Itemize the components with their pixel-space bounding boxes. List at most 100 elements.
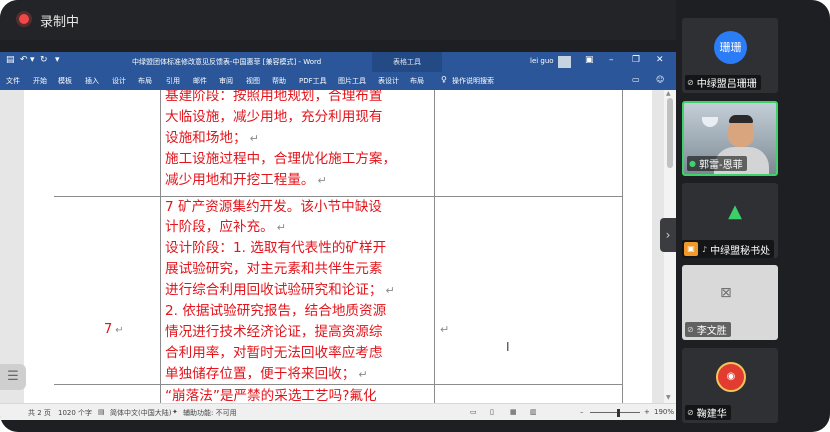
zoom-slider[interactable] [590,412,640,413]
scroll-up-icon[interactable]: ▲ [666,90,671,97]
tab-picture-tools[interactable]: 图片工具 [338,76,366,86]
tab-mailings[interactable]: 邮件 [193,76,207,86]
row-number-cell[interactable]: 7 ↵ [104,322,124,337]
mic-muted-icon: ⊘ [687,325,694,334]
web-layout-icon[interactable]: ▥ [530,408,537,416]
participant-tile[interactable]: ◉ ⊘ 鞠建华 [682,348,778,423]
user-avatar[interactable] [558,56,571,68]
tab-view[interactable]: 视图 [246,76,260,86]
tab-table-layout[interactable]: 布局 [410,76,424,86]
tab-templates[interactable]: 模板 [58,76,72,86]
zoom-out-icon[interactable]: – [580,408,584,416]
video-background [702,117,718,127]
doc-line[interactable]: 7 矿产资源集约开发。该小节中缺设 [165,199,382,216]
tell-me-search[interactable]: 操作说明搜索 [452,76,494,86]
user-name[interactable]: lei guo [530,57,554,65]
participant-nameplate: ⊘ 李文胜 [685,322,731,337]
tab-layout[interactable]: 布局 [138,76,152,86]
zoom-in-icon[interactable]: + [644,408,650,416]
close-icon[interactable]: ✕ [656,55,664,65]
word-window: ▤ ↶ ▾ ↻ ▾ 中绿盟团体标准修改意见反馈表-中国惠菲 [兼容模式] - W… [0,52,676,420]
camera-off-icon: ⊠ [720,285,732,301]
recording-dot-icon [19,14,29,24]
mic-muted-icon: ⊘ [687,78,694,87]
doc-line[interactable]: 计阶段，应补充。 ↵ [165,219,286,236]
scroll-down-icon[interactable]: ▼ [666,394,671,401]
doc-line[interactable]: “崩落法”是严禁的采选工艺吗?氟化 [165,388,377,403]
doc-line[interactable]: 设施和场地； ↵ [165,130,259,147]
accessibility-status[interactable]: 辅助功能: 不可用 [183,408,237,418]
restore-icon[interactable]: ❐ [632,55,640,65]
tab-design[interactable]: 设计 [112,76,126,86]
language-status[interactable]: 简体中文(中国大陆) [110,408,171,418]
participant-nameplate: ⊘ 鞠建华 [685,405,731,420]
zoom-level[interactable]: 190% [654,408,674,416]
doc-line[interactable]: 合利用率，对暂时无法回收率应考虑 [165,345,383,362]
table-border [54,196,622,197]
doc-line[interactable]: 基建阶段：按照用地规划，合理布置 [165,90,383,105]
mic-icon: ♪ [702,244,708,254]
doc-line[interactable]: 进行综合利用回收试验研究和论证； ↵ [165,282,395,299]
participant-name: 中绿盟吕珊珊 [696,79,757,90]
meeting-window: 录制中 ▤ ↶ ▾ ↻ ▾ 中绿盟团体标准修改意见反馈表-中国惠菲 [兼容模式]… [0,0,830,432]
recording-label: 录制中 [40,15,80,30]
doc-line[interactable]: 单独储存位置，便于将来回收； ↵ [165,366,368,383]
table-border [160,90,161,403]
doc-line[interactable]: 展试验研究，对主元素和共伴生元素 [165,261,383,278]
paragraph-mark: ↵ [385,284,395,297]
tab-insert[interactable]: 插入 [85,76,99,86]
participant-tile[interactable]: 珊珊 ⊘ 中绿盟吕珊珊 [682,18,778,93]
document-page[interactable]: 基建阶段：按照用地规划，合理布置 大临设施，减少用地，充分利用现有 设施和场地；… [24,90,652,403]
table-border [54,384,622,385]
customize-quick-access-icon[interactable]: ▾ [55,55,60,65]
list-icon[interactable]: ☰ [0,364,26,390]
participant-tile[interactable]: ⊠ ⊘ 李文胜 [682,265,778,340]
tab-table-design[interactable]: 表设计 [378,76,399,86]
save-icon[interactable]: ▤ [6,55,15,65]
mic-active-icon: ● [689,159,696,168]
table-border [434,90,435,403]
read-mode-icon[interactable]: ▯ [490,408,494,416]
mic-muted-icon: ⊘ [687,408,694,417]
recording-bar: 录制中 [0,0,676,40]
paragraph-mark: ↵ [440,323,450,336]
document-title: 中绿盟团体标准修改意见反馈表-中国惠菲 [兼容模式] - Word [132,58,322,66]
ribbon-display-icon[interactable]: ▣ [585,55,594,65]
lightbulb-icon: ♀ [441,75,447,84]
tab-file[interactable]: 文件 [6,76,20,86]
tab-help[interactable]: 帮助 [272,76,286,86]
participant-tile[interactable]: ▲ ▣ ♪ 中绿盟秘书处 [682,183,778,258]
tab-review[interactable]: 审阅 [219,76,233,86]
doc-line[interactable]: 大临设施，减少用地，充分利用现有 [165,109,383,126]
minimize-icon[interactable]: – [609,55,614,65]
doc-line[interactable]: 施工设施过程中，合理优化施工方案， [165,151,396,168]
doc-line[interactable]: 设计阶段：1. 选取有代表性的矿样开 [165,240,386,257]
chevron-right-icon[interactable]: › [660,218,676,252]
proofing-icon[interactable]: ▤ [98,408,105,416]
doc-line[interactable]: 减少用地和开挖工程量。 ↵ [165,172,327,189]
word-count[interactable]: 1020 个字 [58,408,92,418]
undo-dropdown-icon[interactable]: ▾ [30,55,35,65]
comments-icon[interactable]: ▭ [632,75,640,84]
word-title-bar: ▤ ↶ ▾ ↻ ▾ 中绿盟团体标准修改意见反馈表-中国惠菲 [兼容模式] - W… [0,52,676,72]
tab-pdf-tools[interactable]: PDF工具 [299,76,327,86]
page-count[interactable]: 共 2 页 [28,408,51,418]
paragraph-mark: ↵ [317,174,327,187]
redo-icon[interactable]: ↻ [40,55,48,65]
accessibility-icon[interactable]: ✦ [172,408,178,416]
doc-line[interactable]: 2. 依据试验研究报告，结合地质资源 [165,303,386,320]
participant-name: 中绿盟秘书处 [710,245,771,257]
tab-home[interactable]: 开始 [33,76,47,86]
participant-tile-active-speaker[interactable]: ● 郭雷-恩菲 [682,101,778,176]
doc-line[interactable]: 情况进行技术经济论证，提高资源综 [165,324,383,341]
feedback-icon[interactable]: ☺ [656,75,664,84]
participant-name: 郭雷-恩菲 [698,160,743,171]
undo-icon[interactable]: ↶ [20,55,28,65]
status-bar: 共 2 页 1020 个字 ▤ 简体中文(中国大陆) ✦ 辅助功能: 不可用 ▭… [0,403,676,420]
focus-mode-icon[interactable]: ▭ [470,408,477,416]
zoom-slider-handle[interactable] [617,409,620,417]
print-layout-icon[interactable]: ▦ [510,408,517,416]
participant-nameplate: ▣ ♪ 中绿盟秘书处 [682,240,775,258]
tab-references[interactable]: 引用 [166,76,180,86]
scrollbar-thumb[interactable] [667,98,673,168]
